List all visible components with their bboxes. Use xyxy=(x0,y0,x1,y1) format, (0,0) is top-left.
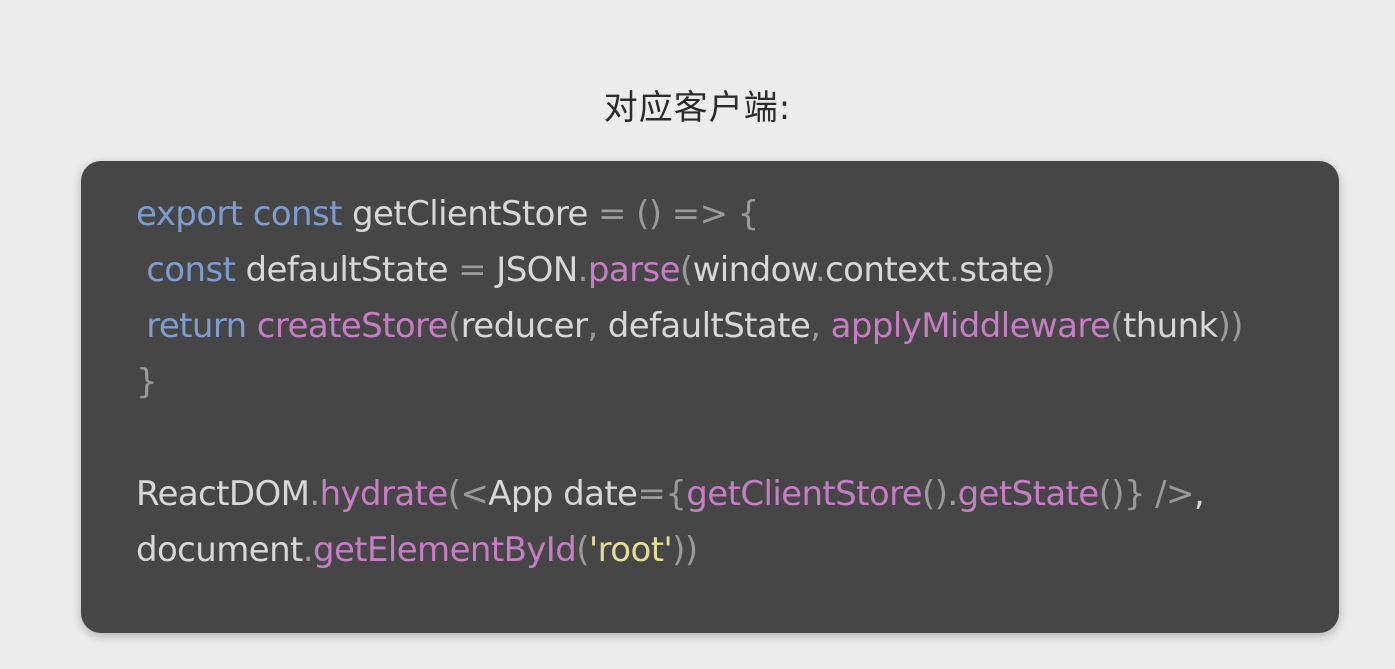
code-function: getClientStore xyxy=(686,474,923,514)
code-punctuation: } xyxy=(136,362,158,402)
code-function: applyMiddleware xyxy=(830,306,1111,346)
code-line: return createStore(reducer, defaultState… xyxy=(136,298,1339,354)
section-heading: 对应客户端: xyxy=(603,88,792,128)
code-punctuation: . xyxy=(814,250,826,290)
code-punctuation: ()} /> xyxy=(1098,474,1195,514)
code-function: getElementById xyxy=(312,530,577,570)
code-punctuation: ( xyxy=(1110,306,1123,346)
code-identifier: context xyxy=(825,250,950,290)
code-punctuation: ) xyxy=(1042,250,1056,290)
code-block: export const getClientStore = () => { co… xyxy=(81,161,1339,633)
code-punctuation: , xyxy=(587,306,608,346)
code-punctuation: )) xyxy=(672,530,698,570)
code-keyword: return xyxy=(146,306,257,346)
code-punctuation: = xyxy=(458,250,497,290)
code-identifier: window xyxy=(692,250,816,290)
code-punctuation: . xyxy=(577,250,589,290)
code-punctuation: ={ xyxy=(637,474,687,514)
code-punctuation: . xyxy=(949,250,960,290)
code-identifier: defaultState xyxy=(607,306,811,346)
code-punctuation: (). xyxy=(922,474,958,514)
code-keyword: export const xyxy=(136,194,353,234)
code-identifier: reducer xyxy=(460,306,588,346)
code-line: export const getClientStore = () => { xyxy=(136,186,1339,242)
code-punctuation: ( xyxy=(576,530,589,570)
code-line: const defaultState = JSON.parse(window.c… xyxy=(136,242,1339,298)
code-punctuation: = () => { xyxy=(597,194,759,234)
code-punctuation: , xyxy=(810,306,831,346)
code-punctuation: ( xyxy=(448,306,461,346)
code-function: createStore xyxy=(256,306,449,346)
code-line: } xyxy=(136,354,1339,410)
code-identifier: ReactDOM xyxy=(136,474,310,514)
code-punctuation: . xyxy=(302,530,314,570)
code-punctuation: . xyxy=(309,474,320,514)
code-punctuation: (< xyxy=(447,474,489,514)
code-identifier: state xyxy=(959,250,1043,290)
code-function: hydrate xyxy=(319,474,449,514)
code-identifier: defaultState xyxy=(245,250,459,290)
code-keyword: const xyxy=(146,250,246,290)
code-identifier: App date xyxy=(488,474,638,514)
code-identifier: thunk xyxy=(1122,306,1218,346)
code-identifier: getClientStore xyxy=(352,194,598,234)
code-identifier: document xyxy=(136,530,303,570)
code-identifier: , xyxy=(1193,474,1205,514)
code-punctuation: ( xyxy=(679,250,693,290)
code-line: document.getElementById('root')) xyxy=(136,522,1339,578)
code-function: parse xyxy=(587,250,681,290)
code-string: 'root' xyxy=(588,530,673,570)
code-identifier: JSON xyxy=(496,250,578,290)
code-function: getState xyxy=(957,474,1100,514)
code-line: ReactDOM.hydrate(<App date={getClientSto… xyxy=(136,466,1339,522)
code-punctuation: )) xyxy=(1217,306,1244,346)
